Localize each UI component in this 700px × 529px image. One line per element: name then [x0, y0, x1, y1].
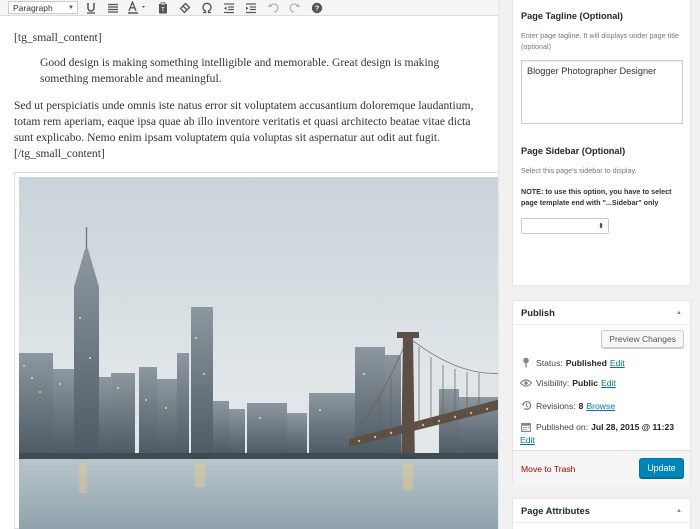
eye-icon: [520, 379, 532, 387]
page-meta-box: Page Tagline (Optional) Enter page tagli…: [512, 0, 691, 286]
clipboard-icon: T: [159, 1, 167, 13]
indent-icon: [246, 2, 256, 13]
tagline-title: Page Tagline (Optional): [521, 11, 623, 21]
help-icon: ?: [311, 2, 323, 13]
format-select-value: Paragraph: [13, 2, 53, 13]
paste-text-button[interactable]: T: [154, 1, 172, 15]
shortcode-close: [/tg_small_content]: [14, 147, 105, 160]
undo-button[interactable]: [264, 1, 282, 15]
justify-button[interactable]: [104, 1, 122, 15]
shortcode-open: [tg_small_content]: [14, 31, 102, 44]
page-attributes-title: Page Attributes: [521, 505, 590, 516]
published-label: Published on:: [536, 422, 589, 432]
chevron-down-icon: ▼: [68, 4, 74, 11]
status-label: Status:: [536, 357, 563, 368]
select-arrows-icon: ⬍: [598, 223, 604, 230]
city-skyline-image: [19, 177, 498, 529]
sidebar-note: NOTE: to use this option, you have to se…: [521, 187, 672, 207]
outdent-button[interactable]: [220, 1, 238, 15]
svg-text:?: ?: [315, 3, 320, 12]
published-edit-link[interactable]: Edit: [520, 435, 535, 445]
editor-panel: Paragraph ▼ T ? [tg_small_content] Good …: [0, 0, 499, 529]
pin-icon: [520, 357, 532, 368]
body-paragraph: Sed ut perspiciatis unde omnis iste natu…: [14, 99, 474, 144]
special-character-button[interactable]: [198, 1, 216, 15]
move-to-trash-link[interactable]: Move to Trash: [521, 464, 575, 474]
published-row: Published on: Jul 28, 2015 @ 11:23: [520, 422, 677, 432]
visibility-row: Visibility: Public Edit: [520, 378, 616, 388]
update-button[interactable]: Update: [639, 458, 684, 478]
status-row: Status: Published Edit: [520, 357, 625, 368]
page-attributes-header: Page Attributes ▲: [513, 499, 690, 523]
clear-formatting-button[interactable]: [176, 1, 194, 15]
tagline-value: Blogger Photographer Designer: [527, 66, 657, 76]
editor-toolbar: Paragraph ▼ T ?: [0, 0, 498, 16]
undo-icon: [267, 2, 279, 13]
content-image[interactable]: [14, 172, 498, 529]
tagline-textarea[interactable]: Blogger Photographer Designer: [521, 60, 683, 124]
page-attributes-box: Page Attributes ▲: [512, 498, 691, 529]
visibility-value: Public: [572, 378, 599, 388]
text-color-button[interactable]: [126, 1, 150, 15]
revisions-count: 8: [578, 400, 584, 411]
editor-content[interactable]: [tg_small_content] Good design is making…: [14, 30, 486, 172]
format-select[interactable]: Paragraph ▼: [8, 1, 78, 14]
publish-title: Publish: [521, 307, 555, 318]
quote-text: Good design is making something intellig…: [40, 56, 440, 85]
revisions-row: Revisions: 8 Browse: [520, 400, 615, 411]
text-color-icon: [128, 1, 145, 14]
browse-revisions-link[interactable]: Browse: [586, 401, 615, 411]
omega-icon: [202, 2, 212, 13]
redo-button[interactable]: [286, 1, 304, 15]
underline-button[interactable]: [82, 1, 100, 15]
publish-actions: Move to Trash Update: [513, 450, 690, 486]
published-date: Jul 28, 2015 @ 11:23: [591, 422, 675, 432]
revisions-label: Revisions:: [536, 400, 576, 411]
underline-icon: [87, 2, 95, 14]
calendar-icon: [520, 422, 532, 432]
sidebar-description: Select this page's sidebar to display.: [521, 166, 637, 175]
collapse-arrow-icon[interactable]: ▲: [676, 310, 682, 316]
sidebar-select[interactable]: ⬍: [521, 218, 609, 234]
publish-box: Publish ▲ Preview Changes Status: Publis…: [512, 300, 691, 486]
status-value: Published: [565, 357, 607, 368]
eraser-icon: [179, 2, 191, 13]
preview-changes-button[interactable]: Preview Changes: [601, 330, 684, 348]
visibility-edit-link[interactable]: Edit: [601, 378, 616, 388]
publish-header: Publish ▲: [513, 301, 690, 325]
history-icon: [520, 400, 532, 411]
outdent-icon: [224, 2, 234, 13]
help-button[interactable]: ?: [308, 1, 326, 15]
svg-text:T: T: [161, 7, 165, 13]
indent-button[interactable]: [242, 1, 260, 15]
redo-icon: [289, 2, 301, 13]
visibility-label: Visibility:: [536, 378, 570, 388]
sidebar-title: Page Sidebar (Optional): [521, 146, 626, 156]
status-edit-link[interactable]: Edit: [610, 358, 625, 368]
tagline-description: Enter page tagline. It will displays und…: [521, 31, 679, 51]
collapse-arrow-icon[interactable]: ▲: [676, 508, 682, 514]
align-justify-icon: [108, 3, 118, 13]
